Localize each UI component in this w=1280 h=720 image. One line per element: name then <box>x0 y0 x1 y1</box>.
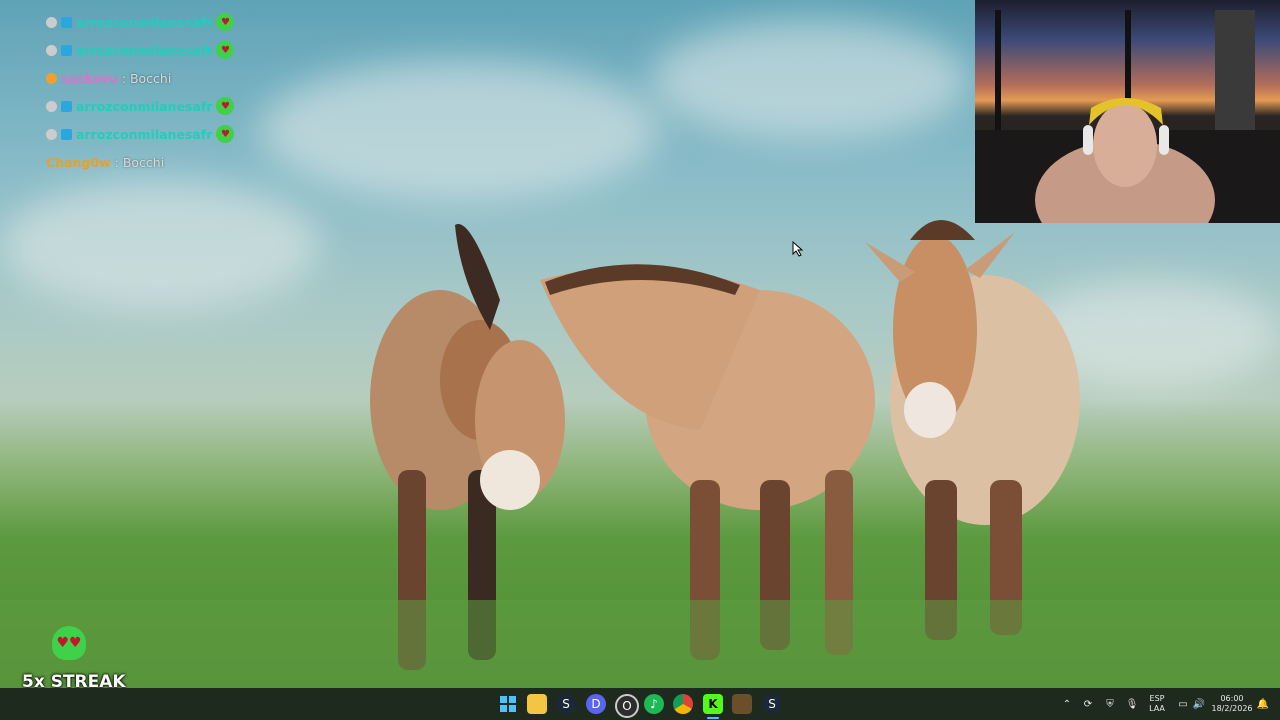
sync-icon[interactable]: ⟳ <box>1080 688 1096 720</box>
tray-chevron-icon[interactable]: ⌃ <box>1060 688 1074 720</box>
kick-icon[interactable]: K <box>703 694 723 714</box>
chat-message: Chang0w: Bocchi <box>46 148 266 176</box>
chrome-icon[interactable] <box>673 694 693 714</box>
language-indicator[interactable]: ESP LAA <box>1146 688 1168 720</box>
chat-message: arrozconmilanesafr ♥ <box>46 36 266 64</box>
chat-emote-icon: ♥ <box>216 41 235 59</box>
badge-icon <box>46 100 57 112</box>
chat-username[interactable]: arrozconmilanesafr <box>76 43 212 58</box>
streak-emote-icon: ♥♥ <box>52 626 86 660</box>
chat-text: Bocchi <box>129 70 172 86</box>
chat-separator: : <box>121 70 126 86</box>
sub-badge-icon <box>61 44 72 56</box>
chat-emote-icon: ♥ <box>216 13 235 31</box>
steam-icon[interactable]: S <box>556 694 576 714</box>
notification-bell-icon[interactable]: 🔔 <box>1256 688 1270 720</box>
badge-icon <box>46 128 57 140</box>
chat-message: arrozconmilanesafr ♥ <box>46 92 266 120</box>
clock[interactable]: 06:00 18/2/2026 <box>1210 688 1254 720</box>
chat-message: sackxvu: Bocchi <box>46 64 266 92</box>
chat-message: arrozconmilanesafr ♥ <box>46 120 266 148</box>
security-icon[interactable]: ⛨ <box>1102 688 1118 720</box>
chat-separator: : <box>114 154 119 170</box>
spotify-icon[interactable]: ♪ <box>644 694 664 714</box>
mouse-cursor-icon <box>792 241 804 257</box>
obs-icon[interactable]: O <box>615 694 639 718</box>
active-app-indicator <box>707 717 719 719</box>
chat-username[interactable]: sackxvu <box>61 71 118 86</box>
start-icon[interactable] <box>498 694 518 714</box>
discord-icon[interactable]: D <box>586 694 606 714</box>
webcam-overlay <box>975 0 1280 223</box>
volume-icon[interactable]: 🔊 <box>1192 688 1206 720</box>
sub-badge-icon <box>61 16 72 28</box>
sub-badge-icon <box>61 100 72 112</box>
chat-username[interactable]: arrozconmilanesafr <box>76 127 212 142</box>
network-icon[interactable]: ▭ <box>1176 688 1190 720</box>
chat-username[interactable]: Chang0w <box>46 155 111 170</box>
badge-icon <box>46 44 57 56</box>
microphone-icon[interactable]: 🎙 <box>1124 688 1140 720</box>
chat-emote-icon: ♥ <box>216 97 235 115</box>
taskbar: S D O ♪ K S ⌃ ⟳ ⛨ 🎙 ESP LAA ▭ 🔊 06:00 18/2… <box>0 688 1280 720</box>
sub-badge-icon <box>61 128 72 140</box>
badge-icon <box>46 72 57 84</box>
chat-overlay: arrozconmilanesafr ♥ arrozconmilanesafr ♥ sa… <box>46 8 266 176</box>
chat-username[interactable]: arrozconmilanesafr <box>76 15 212 30</box>
webcam-feed <box>975 10 1280 223</box>
chat-message: arrozconmilanesafr ♥ <box>46 8 266 36</box>
steam-icon-2[interactable]: S <box>762 694 782 714</box>
minecraft-icon[interactable] <box>732 694 752 714</box>
chat-emote-icon: ♥ <box>216 125 235 143</box>
chat-text: Bocchi <box>122 154 165 170</box>
file-explorer-icon[interactable] <box>527 694 547 714</box>
badge-icon <box>46 16 57 28</box>
chat-username[interactable]: arrozconmilanesafr <box>76 99 212 114</box>
